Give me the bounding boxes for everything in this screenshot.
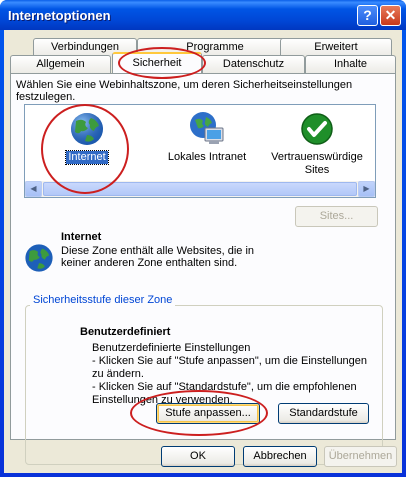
help-button[interactable]: ?: [357, 5, 378, 26]
selected-zone-description: Diese Zone enthält alle Websites, die in…: [61, 245, 255, 269]
intranet-icon: [190, 112, 224, 144]
title-bar: Internetoptionen ? ✕: [0, 0, 406, 30]
globe-icon: [25, 244, 53, 272]
dialog-window: Internetoptionen ? ✕ Verbindungen Progra…: [0, 0, 406, 477]
globe-icon: [71, 113, 103, 145]
cancel-button[interactable]: Abbrechen: [243, 446, 317, 467]
tab-inhalte[interactable]: Inhalte: [305, 55, 396, 73]
zone-item-trusted[interactable]: Vertrauenswürdige Sites: [267, 105, 367, 177]
zone-label-intranet: Lokales Intranet: [167, 151, 247, 163]
zone-horizontal-scrollbar[interactable]: ◀ ▶: [25, 181, 375, 197]
zone-list: Internet Lokales Intranet Vertrauenswürd…: [24, 104, 376, 198]
security-level-name: Benutzerdefiniert: [80, 326, 171, 338]
close-button[interactable]: ✕: [380, 5, 401, 26]
security-level-group-title: Sicherheitsstufe dieser Zone: [30, 294, 176, 306]
scroll-left-button[interactable]: ◀: [25, 181, 42, 197]
security-level-description: Benutzerdefinierte Einstellungen - Klick…: [92, 342, 377, 407]
zone-label-trusted: Vertrauenswürdige Sites: [271, 151, 363, 176]
zone-item-intranet[interactable]: Lokales Intranet: [157, 105, 257, 164]
security-level-desc-line: - Klicken Sie auf "Standardstufe", um di…: [92, 381, 357, 406]
zone-prompt-text: Wählen Sie eine Webinhaltszone, um deren…: [16, 79, 353, 103]
security-level-desc-line: - Klicken Sie auf "Stufe anpassen", um d…: [92, 355, 368, 380]
tab-sicherheit[interactable]: Sicherheit: [112, 52, 202, 73]
zone-item-internet[interactable]: Internet: [47, 105, 127, 165]
scroll-right-button[interactable]: ▶: [358, 181, 375, 197]
security-level-desc-line: Benutzerdefinierte Einstellungen: [92, 342, 251, 354]
scroll-thumb[interactable]: [43, 182, 357, 196]
tab-allgemein[interactable]: Allgemein: [10, 55, 111, 73]
sites-button[interactable]: Sites...: [295, 206, 378, 227]
dialog-client-area: Verbindungen Programme Erweitert Allgeme…: [4, 30, 402, 473]
window-title: Internetoptionen: [8, 8, 111, 23]
apply-button[interactable]: Übernehmen: [324, 446, 397, 467]
zone-label-internet: Internet: [65, 150, 109, 165]
checkmark-icon: [301, 113, 333, 145]
tab-erweitert[interactable]: Erweitert: [280, 38, 392, 56]
ok-button[interactable]: OK: [161, 446, 235, 467]
selected-zone-name: Internet: [61, 231, 102, 243]
tab-datenschutz[interactable]: Datenschutz: [202, 55, 305, 73]
